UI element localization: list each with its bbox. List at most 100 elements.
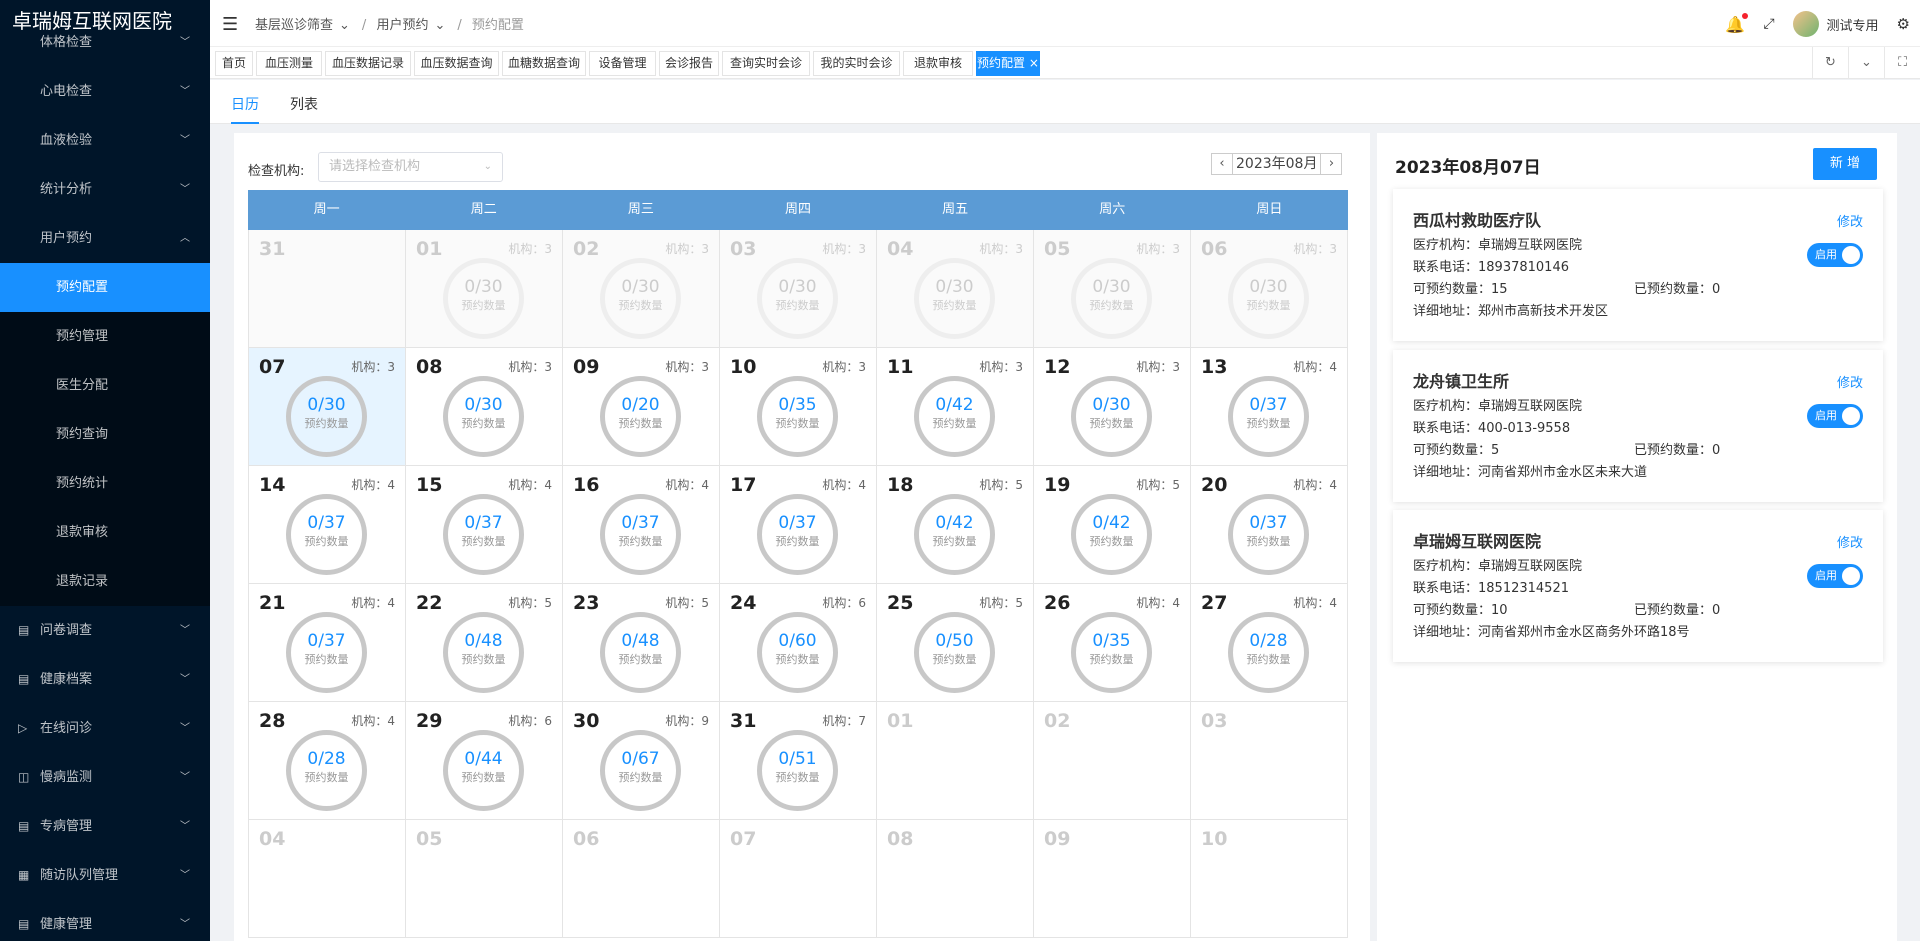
calendar-day[interactable]: 05 机构：3 0/30 预约数量 xyxy=(1034,230,1191,348)
gear-icon[interactable]: ⚙ xyxy=(1897,15,1910,33)
edit-link[interactable]: 修改 xyxy=(1837,211,1863,230)
sidebar-item[interactable]: 体格检查 ﹀ xyxy=(0,18,210,67)
institution-count: 机构：3 xyxy=(665,360,709,374)
calendar-day[interactable]: 07 机构：3 0/30 预约数量 xyxy=(249,348,406,466)
calendar-day[interactable]: 09 机构：3 0/20 预约数量 xyxy=(563,348,720,466)
tab-item[interactable]: 血压测量 xyxy=(256,51,322,76)
calendar-day[interactable]: 03 机构：3 0/30 预约数量 xyxy=(720,230,877,348)
enable-toggle[interactable]: 启用 xyxy=(1807,243,1863,267)
sidebar-item[interactable]: 血液检验 ﹀ xyxy=(0,116,210,165)
tab-item[interactable]: 血糖数据查询 xyxy=(502,51,586,76)
sidebar-item[interactable]: ▤ 健康管理 ﹀ xyxy=(0,900,210,941)
tab-item[interactable]: 会诊报告 xyxy=(659,51,719,76)
calendar-day[interactable]: 20 机构：4 0/37 预约数量 xyxy=(1191,466,1348,584)
next-month-button[interactable]: › xyxy=(1320,153,1343,175)
calendar-day[interactable]: 01 机构：3 0/30 预约数量 xyxy=(406,230,563,348)
calendar-day[interactable]: 23 机构：5 0/48 预约数量 xyxy=(563,584,720,702)
user-menu[interactable]: 测试专用 xyxy=(1792,11,1879,37)
enable-toggle[interactable]: 启用 xyxy=(1807,404,1863,428)
chevron-down-icon[interactable]: ⌄ xyxy=(1848,47,1884,79)
day-number: 31 xyxy=(730,710,757,732)
sidebar-item[interactable]: ▷ 在线问诊 ﹀ xyxy=(0,704,210,753)
sidebar-item[interactable]: 预约查询 xyxy=(0,410,210,459)
sidebar-item[interactable]: 预约统计 xyxy=(0,459,210,508)
current-month[interactable]: 2023年08月 xyxy=(1233,153,1321,175)
weekday-label: 周四 xyxy=(784,202,811,217)
tab-item[interactable]: 预约配置 × xyxy=(976,51,1040,76)
edit-link[interactable]: 修改 xyxy=(1837,532,1863,551)
booking-count: 0/35 xyxy=(778,395,817,415)
calendar-day[interactable]: 25 机构：5 0/50 预约数量 xyxy=(877,584,1034,702)
bell-icon[interactable]: 🔔 xyxy=(1725,12,1749,34)
prev-month-button[interactable]: ‹ xyxy=(1211,153,1233,175)
breadcrumb-item[interactable]: 基层巡诊筛查 xyxy=(255,18,333,33)
breadcrumb-item[interactable]: 用户预约 xyxy=(376,18,428,33)
booking-count: 0/30 xyxy=(1249,277,1288,297)
sidebar-item[interactable]: 统计分析 ﹀ xyxy=(0,165,210,214)
refresh-icon[interactable]: ↻ xyxy=(1812,47,1848,79)
sidebar-item[interactable]: ▤ 问卷调查 ﹀ xyxy=(0,606,210,655)
calendar-day[interactable]: 13 机构：4 0/37 预约数量 xyxy=(1191,348,1348,466)
calendar-day[interactable]: 24 机构：6 0/60 预约数量 xyxy=(720,584,877,702)
enable-toggle[interactable]: 启用 xyxy=(1807,564,1863,588)
calendar: 周一 周二 周三 周四 周五 周六 周日 31 01 机构：3 0/30 预约数量 02 机构：3 0/3… xyxy=(248,190,1348,938)
tab-item[interactable]: 血压数据查询 xyxy=(414,51,499,76)
calendar-day[interactable]: 08 机构：3 0/30 预约数量 xyxy=(406,348,563,466)
calendar-day[interactable]: 17 机构：4 0/37 预约数量 xyxy=(720,466,877,584)
tab-item[interactable]: 我的实时会诊 xyxy=(813,51,900,76)
institution-count: 机构：4 xyxy=(1136,596,1180,610)
add-button[interactable]: 新 增 xyxy=(1813,148,1877,180)
tab-item[interactable]: 退款审核 xyxy=(903,51,973,76)
tab-item[interactable]: 首页 xyxy=(215,51,253,76)
sidebar-item[interactable]: ▦ 随访队列管理 ﹀ xyxy=(0,851,210,900)
close-icon[interactable]: × xyxy=(1025,56,1039,70)
sidebar-item[interactable]: 退款记录 xyxy=(0,557,210,606)
sidebar-item[interactable]: 用户预约 ︿ xyxy=(0,214,210,263)
sidebar-item[interactable]: 预约配置 xyxy=(0,263,210,312)
institution-select[interactable]: 请选择检查机构 ⌄ xyxy=(318,152,503,182)
calendar-day[interactable]: 15 机构：4 0/37 预约数量 xyxy=(406,466,563,584)
calendar-day[interactable]: 30 机构：9 0/67 预约数量 xyxy=(563,702,720,820)
calendar-day[interactable]: 04 机构：3 0/30 预约数量 xyxy=(877,230,1034,348)
tab-list[interactable]: 列表 xyxy=(290,94,318,124)
calendar-day[interactable]: 12 机构：3 0/30 预约数量 xyxy=(1034,348,1191,466)
sidebar-item[interactable]: 预约管理 xyxy=(0,312,210,361)
calendar-day[interactable]: 31 xyxy=(249,230,406,348)
sidebar-item-label: 退款记录 xyxy=(56,574,109,589)
calendar-day[interactable]: 10 机构：3 0/35 预约数量 xyxy=(720,348,877,466)
sidebar-item[interactable]: 心电检查 ﹀ xyxy=(0,67,210,116)
sidebar-item[interactable]: 医生分配 xyxy=(0,361,210,410)
calendar-day[interactable]: 16 机构：4 0/37 预约数量 xyxy=(563,466,720,584)
sidebar-item[interactable]: ◫ 慢病监测 ﹀ xyxy=(0,753,210,802)
calendar-day[interactable]: 31 机构：7 0/51 预约数量 xyxy=(720,702,877,820)
tab-calendar[interactable]: 日历 xyxy=(231,94,259,124)
edit-link[interactable]: 修改 xyxy=(1837,372,1863,391)
calendar-day[interactable]: 26 机构：4 0/35 预约数量 xyxy=(1034,584,1191,702)
tab-item[interactable]: 设备管理 xyxy=(589,51,656,76)
sidebar-item[interactable]: 退款审核 xyxy=(0,508,210,557)
expand-icon[interactable]: ⛶ xyxy=(1884,47,1920,79)
sidebar-item[interactable]: ▤ 专病管理 ﹀ xyxy=(0,802,210,851)
tab-item[interactable]: 查询实时会诊 xyxy=(722,51,810,76)
institution-select-placeholder: 请选择检查机构 xyxy=(329,159,421,174)
weekday-label: 周六 xyxy=(1099,202,1126,217)
calendar-day[interactable]: 02 机构：3 0/30 预约数量 xyxy=(563,230,720,348)
day-number: 24 xyxy=(730,592,757,614)
menu-fold-icon[interactable]: ☰ xyxy=(222,14,238,35)
day-number: 25 xyxy=(887,592,914,614)
calendar-day[interactable]: 22 机构：5 0/48 预约数量 xyxy=(406,584,563,702)
calendar-day[interactable]: 06 机构：3 0/30 预约数量 xyxy=(1191,230,1348,348)
sidebar-item[interactable]: ▤ 健康档案 ﹀ xyxy=(0,655,210,704)
calendar-day[interactable]: 14 机构：4 0/37 预约数量 xyxy=(249,466,406,584)
day-number: 11 xyxy=(887,356,914,378)
calendar-day[interactable]: 27 机构：4 0/28 预约数量 xyxy=(1191,584,1348,702)
calendar-day[interactable]: 28 机构：4 0/28 预约数量 xyxy=(249,702,406,820)
calendar-day[interactable]: 18 机构：5 0/42 预约数量 xyxy=(877,466,1034,584)
calendar-day[interactable]: 19 机构：5 0/42 预约数量 xyxy=(1034,466,1191,584)
calendar-day[interactable]: 11 机构：3 0/42 预约数量 xyxy=(877,348,1034,466)
calendar-day[interactable]: 29 机构：6 0/44 预约数量 xyxy=(406,702,563,820)
tab-item[interactable]: 血压数据记录 xyxy=(325,51,411,76)
sidebar-item-label: 退款审核 xyxy=(56,525,109,540)
calendar-day[interactable]: 21 机构：4 0/37 预约数量 xyxy=(249,584,406,702)
fullscreen-icon[interactable]: ⤢ xyxy=(1763,16,1774,32)
